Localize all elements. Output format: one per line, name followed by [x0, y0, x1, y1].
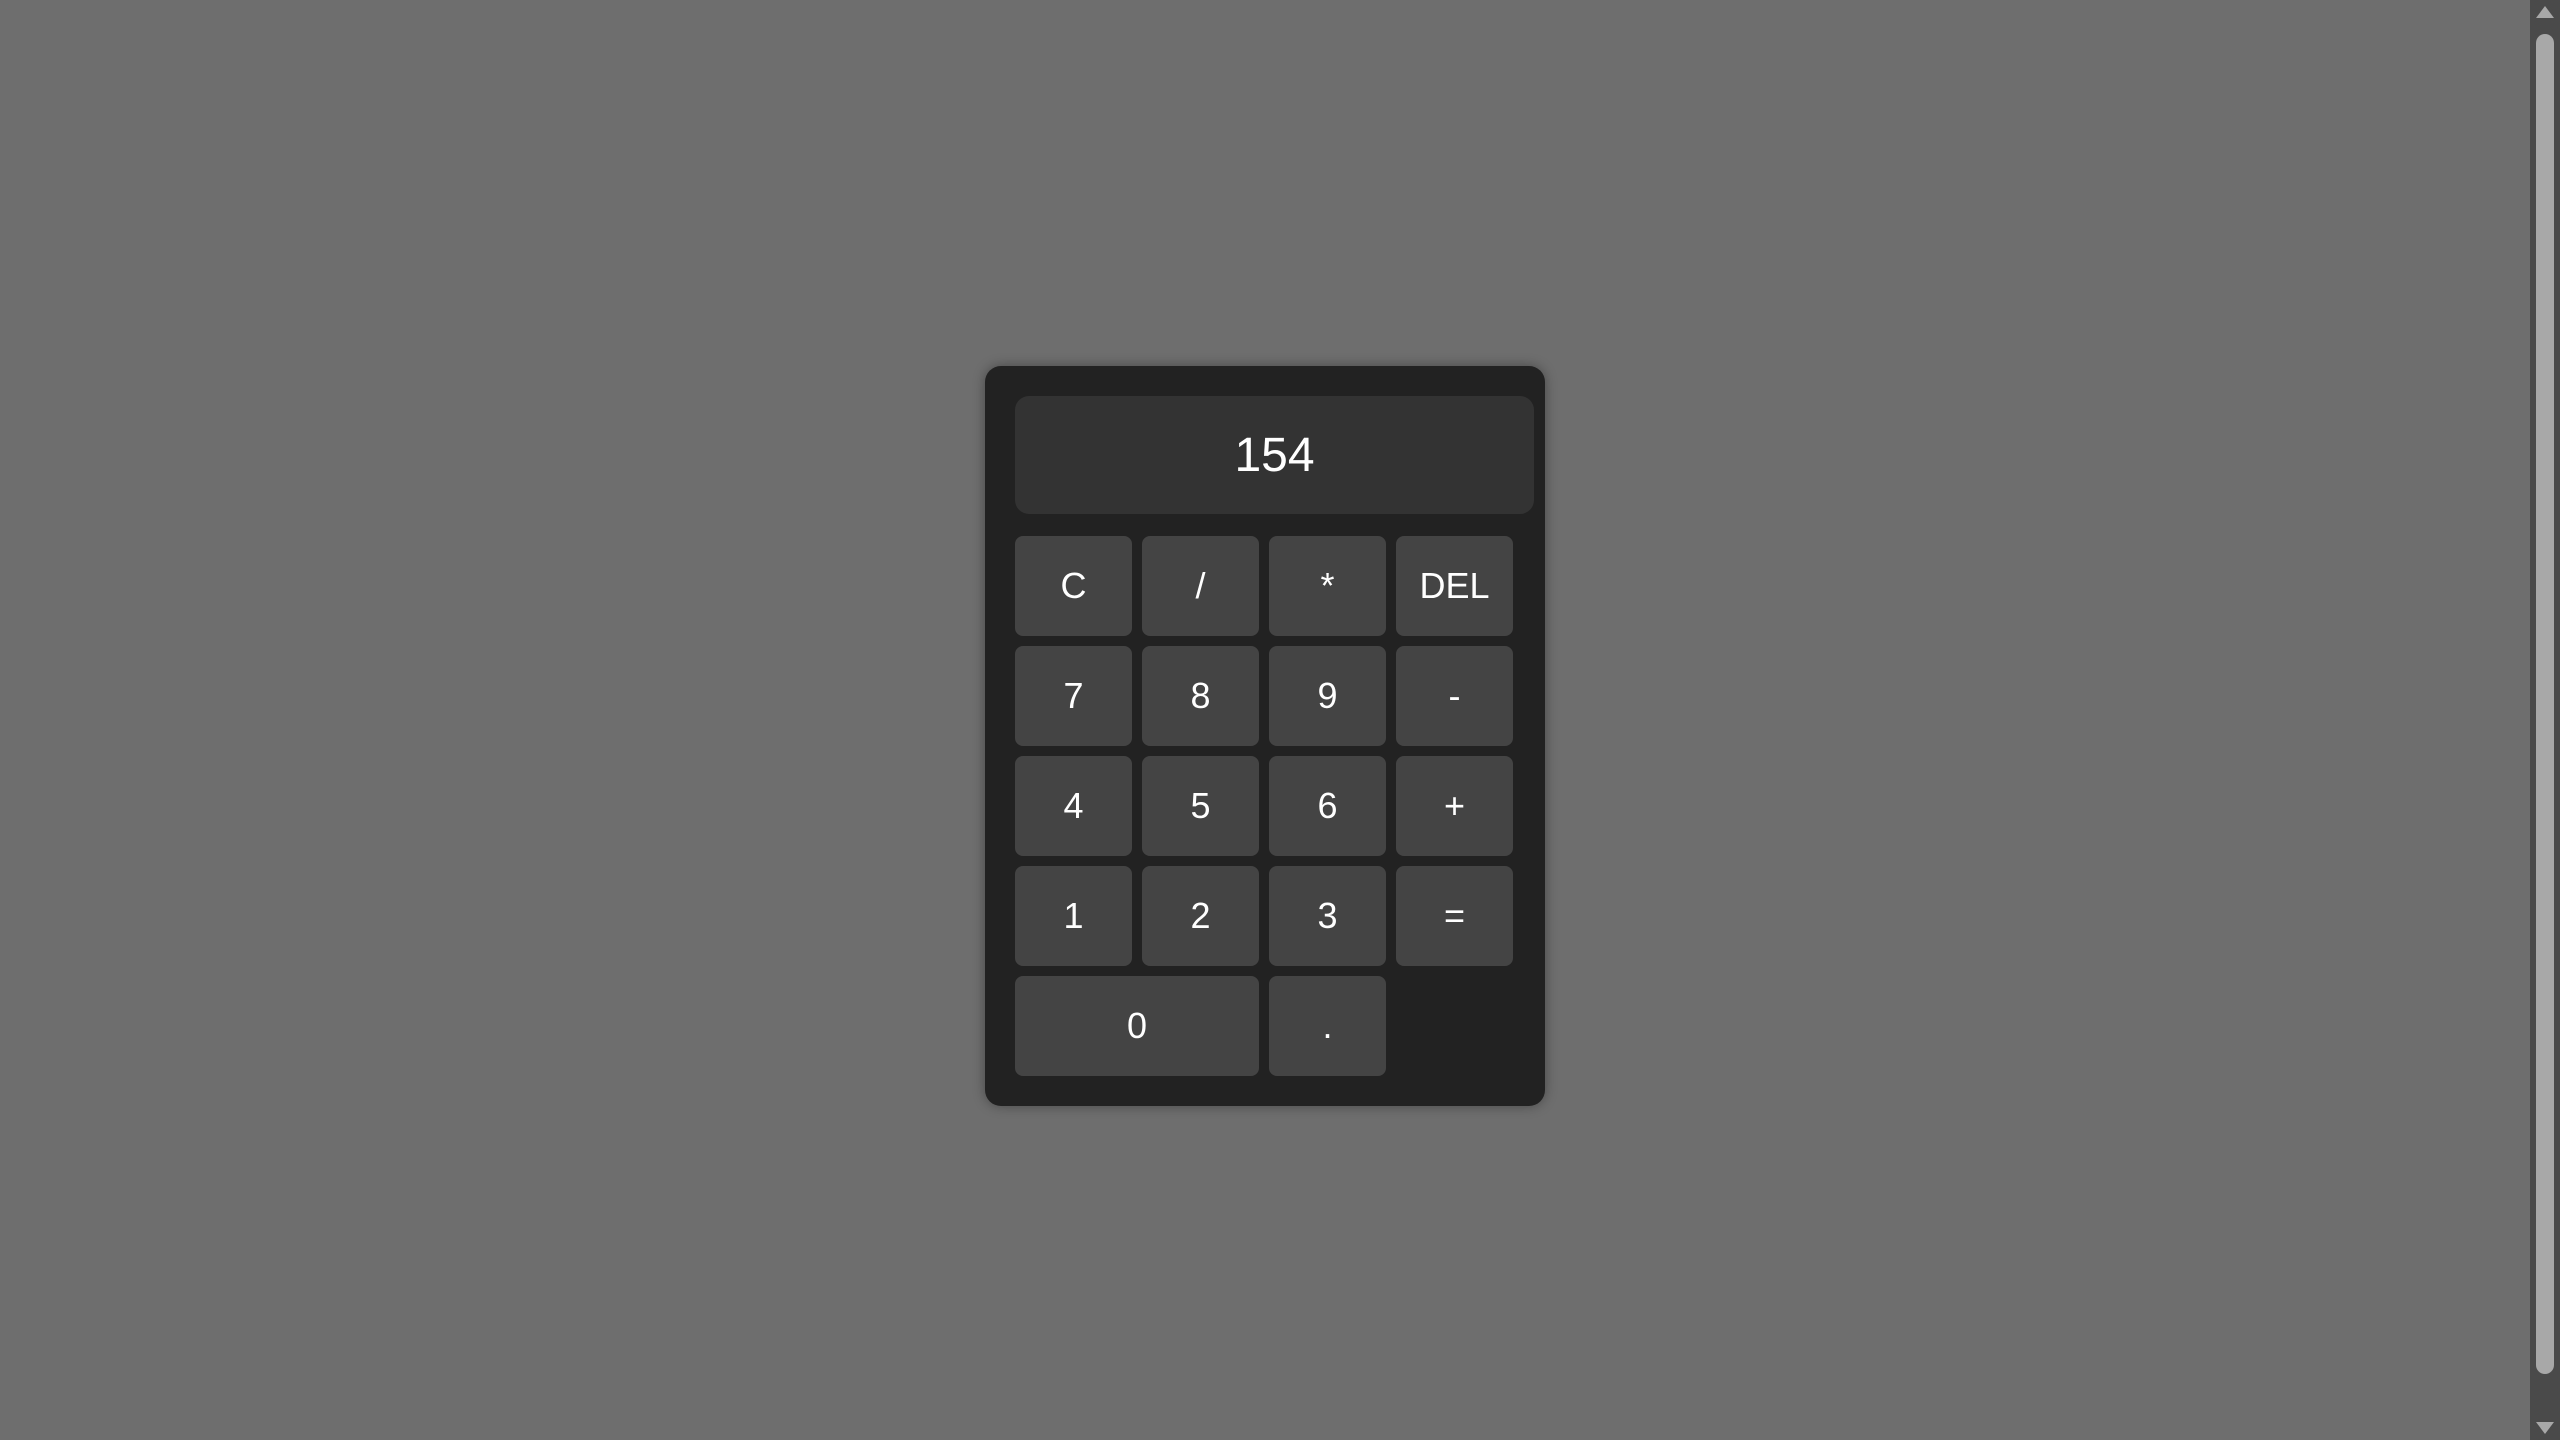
- digit-6-button[interactable]: 6: [1269, 756, 1386, 856]
- clear-button[interactable]: C: [1015, 536, 1132, 636]
- scroll-up-button[interactable]: [2530, 0, 2560, 24]
- scrollbar-thumb[interactable]: [2536, 34, 2554, 1374]
- keypad: C / * DEL 7 8 9 - 4 5 6 + 1 2 3 = 0 .: [1015, 536, 1513, 1076]
- digit-2-button[interactable]: 2: [1142, 866, 1259, 966]
- digit-3-button[interactable]: 3: [1269, 866, 1386, 966]
- triangle-down-icon: [2536, 1422, 2554, 1434]
- scroll-down-button[interactable]: [2530, 1416, 2560, 1440]
- delete-button[interactable]: DEL: [1396, 536, 1513, 636]
- calculator-display: 154: [1015, 396, 1534, 514]
- digit-1-button[interactable]: 1: [1015, 866, 1132, 966]
- digit-4-button[interactable]: 4: [1015, 756, 1132, 856]
- calculator: 154 C / * DEL 7 8 9 - 4 5 6 + 1 2 3 = 0 …: [985, 366, 1545, 1106]
- digit-7-button[interactable]: 7: [1015, 646, 1132, 746]
- triangle-up-icon: [2536, 6, 2554, 18]
- subtract-button[interactable]: -: [1396, 646, 1513, 746]
- vertical-scrollbar[interactable]: [2530, 0, 2560, 1440]
- digit-5-button[interactable]: 5: [1142, 756, 1259, 856]
- divide-button[interactable]: /: [1142, 536, 1259, 636]
- digit-8-button[interactable]: 8: [1142, 646, 1259, 746]
- digit-9-button[interactable]: 9: [1269, 646, 1386, 746]
- page-viewport: 154 C / * DEL 7 8 9 - 4 5 6 + 1 2 3 = 0 …: [0, 0, 2530, 1440]
- decimal-button[interactable]: .: [1269, 976, 1386, 1076]
- equals-button[interactable]: =: [1396, 866, 1513, 966]
- multiply-button[interactable]: *: [1269, 536, 1386, 636]
- add-button[interactable]: +: [1396, 756, 1513, 856]
- digit-0-button[interactable]: 0: [1015, 976, 1259, 1076]
